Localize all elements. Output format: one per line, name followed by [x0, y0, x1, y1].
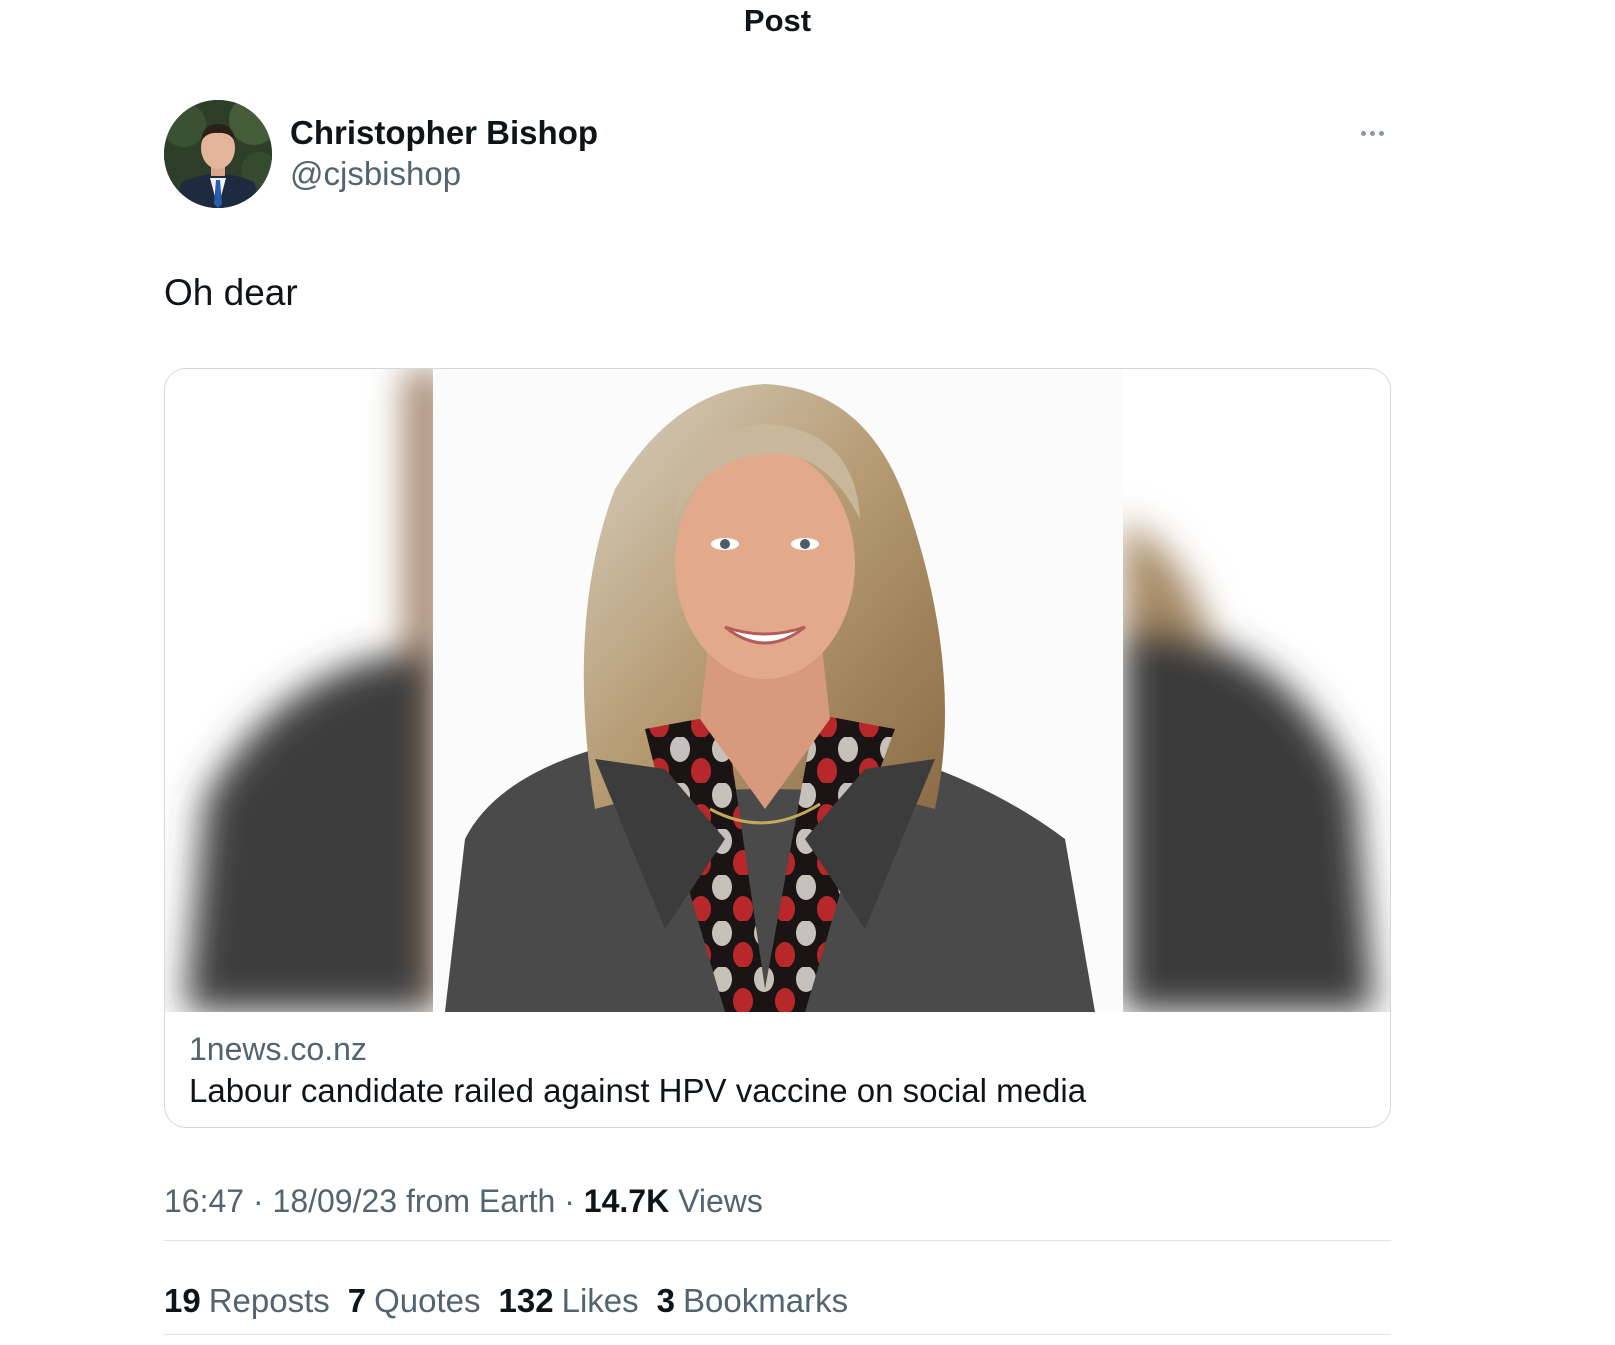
- ellipsis-icon: [1360, 130, 1366, 136]
- author-block: Christopher Bishop @cjsbishop: [164, 100, 598, 208]
- author-name[interactable]: Christopher Bishop: [290, 113, 598, 153]
- reposts-label: Reposts: [208, 1282, 330, 1319]
- more-options-button[interactable]: [1352, 118, 1392, 148]
- post-metadata: 16:47 · 18/09/23 from Earth · 14.7K View…: [164, 1180, 763, 1222]
- portrait-photo: [165, 369, 1390, 1012]
- link-card-image: [165, 369, 1390, 1012]
- post-time[interactable]: 16:47: [164, 1183, 244, 1219]
- divider: [164, 1334, 1391, 1335]
- post-source: from Earth: [397, 1183, 556, 1219]
- reposts-stat[interactable]: 19 Reposts: [164, 1280, 330, 1322]
- post-text: Oh dear: [164, 272, 298, 313]
- link-card[interactable]: 1news.co.nz Labour candidate railed agai…: [164, 368, 1391, 1128]
- divider: [164, 1240, 1391, 1241]
- avatar[interactable]: [164, 100, 272, 208]
- avatar-image: [164, 100, 272, 208]
- link-card-domain: 1news.co.nz: [189, 1031, 367, 1067]
- link-card-title[interactable]: Labour candidate railed against HPV vacc…: [189, 1069, 1086, 1113]
- page-title: Post: [743, 3, 812, 38]
- quotes-count: 7: [347, 1282, 367, 1319]
- post-date[interactable]: 18/09/23: [273, 1183, 398, 1219]
- author-text: Christopher Bishop @cjsbishop: [290, 113, 598, 195]
- likes-stat[interactable]: 132 Likes: [499, 1280, 639, 1322]
- separator-dot: ·: [555, 1183, 584, 1219]
- author-handle[interactable]: @cjsbishop: [290, 153, 598, 195]
- engagement-stats: 19 Reposts 7 Quotes 132 Likes 3 Bookmarks: [164, 1280, 866, 1322]
- bookmarks-label: Bookmarks: [683, 1282, 849, 1319]
- likes-count: 132: [498, 1282, 554, 1319]
- views-count: 14.7K: [583, 1183, 670, 1219]
- bookmarks-stat[interactable]: 3 Bookmarks: [657, 1280, 848, 1322]
- quotes-label: Quotes: [374, 1282, 481, 1319]
- separator-dot: ·: [244, 1183, 273, 1219]
- post-page: Post Christopher Bishop @cjsbishop Oh de…: [0, 0, 1615, 1345]
- reposts-count: 19: [164, 1282, 201, 1319]
- link-card-meta: 1news.co.nz Labour candidate railed agai…: [189, 1029, 1086, 1113]
- bookmarks-count: 3: [656, 1282, 676, 1319]
- quotes-stat[interactable]: 7 Quotes: [348, 1280, 481, 1322]
- views-label: Views: [678, 1183, 763, 1219]
- likes-label: Likes: [561, 1282, 639, 1319]
